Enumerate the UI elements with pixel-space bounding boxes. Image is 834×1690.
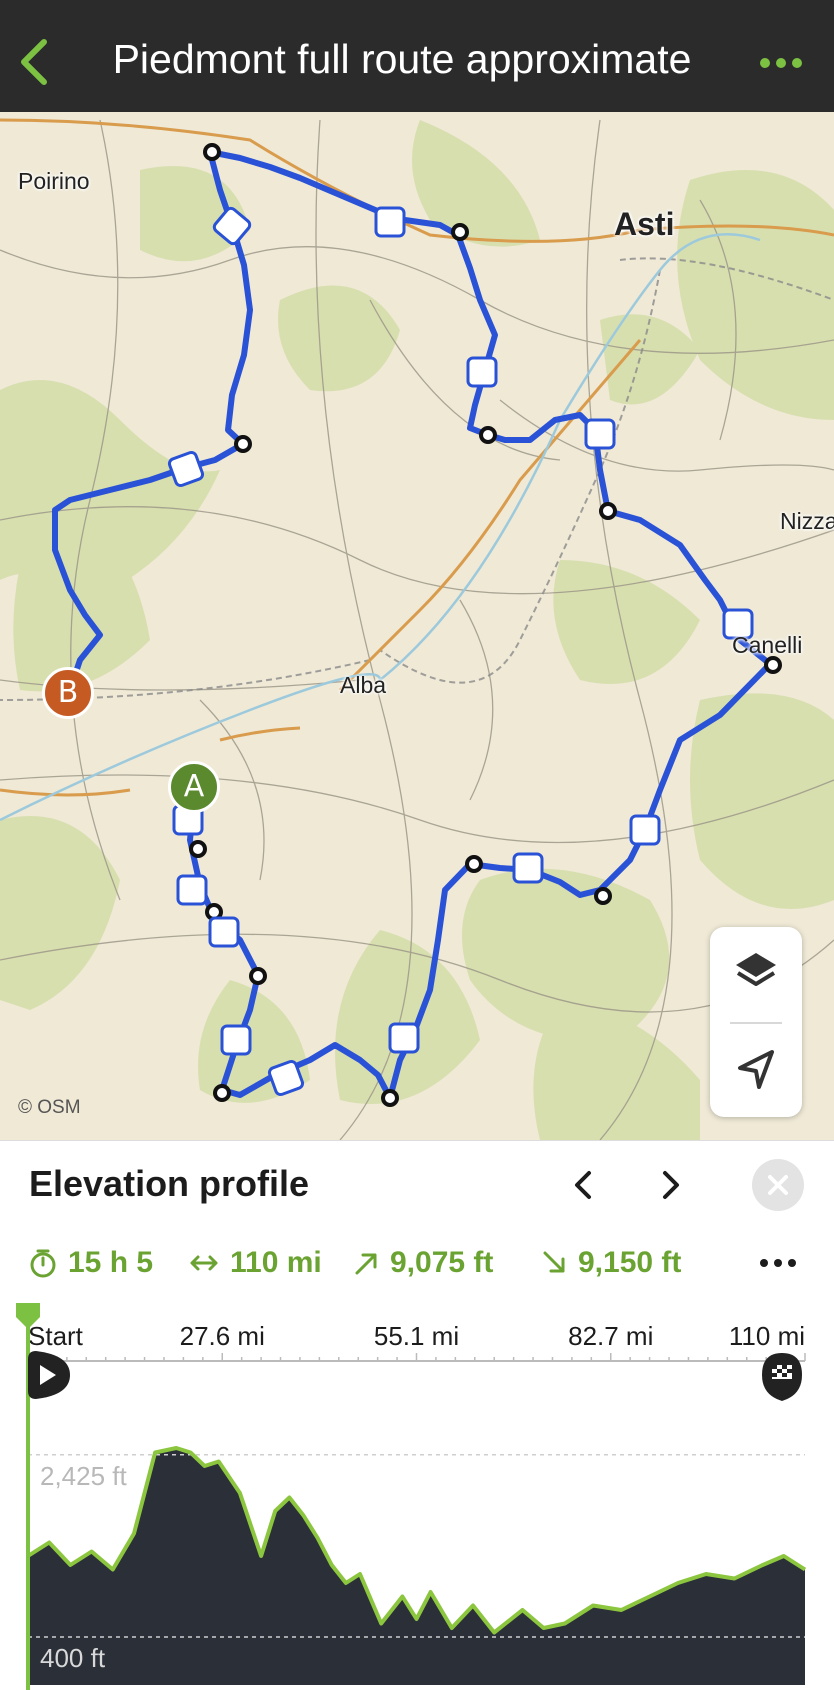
start-flag-icon <box>28 1351 70 1399</box>
layers-icon <box>736 953 776 986</box>
x-tick-label: 55.1 mi <box>374 1321 459 1351</box>
map-attribution: © OSM <box>18 1097 81 1118</box>
map-canvas[interactable] <box>0 112 834 1140</box>
close-button[interactable] <box>752 1159 804 1211</box>
stat-distance: 110 mi <box>188 1241 322 1285</box>
distance-value: 110 mi <box>230 1246 322 1279</box>
x-tick-label: 27.6 mi <box>180 1321 265 1351</box>
stopwatch-icon <box>30 1249 56 1278</box>
route-stats: 15 h 5 110 mi 9,075 ft 9,150 ft <box>28 1241 808 1285</box>
map-layers-button[interactable] <box>710 927 802 1021</box>
arrow-down-right-icon <box>543 1251 565 1273</box>
app-header: Piedmont full route approximate <box>0 0 834 112</box>
descent-value: 9,150 ft <box>578 1246 682 1279</box>
finish-flag-icon <box>762 1353 802 1401</box>
stat-descent: 9,150 ft <box>540 1241 681 1285</box>
ascent-value: 9,075 ft <box>390 1246 494 1279</box>
distance-axis: Start 27.6 mi 55.1 mi 82.7 mi 110 mi <box>27 1321 806 1362</box>
distance-icon <box>190 1255 218 1271</box>
end-marker[interactable]: B <box>42 667 94 719</box>
duration-value: 15 h 5 <box>68 1246 154 1279</box>
more-horizontal-icon <box>760 58 802 68</box>
chevron-left-icon <box>575 1171 591 1199</box>
elevation-panel: Elevation profile 15 h 5 110 mi 9,075 ft… <box>0 1140 834 1690</box>
next-button[interactable] <box>650 1163 690 1207</box>
page-title: Piedmont full route approximate <box>112 36 692 82</box>
place-label-canelli: Canelli <box>732 632 803 658</box>
y-tick-label: 400 ft <box>40 1643 106 1673</box>
stat-ascent: 9,075 ft <box>352 1241 493 1285</box>
place-label-asti: Asti <box>614 206 675 242</box>
x-tick-label: 82.7 mi <box>568 1321 653 1351</box>
chevron-right-icon <box>663 1171 679 1199</box>
more-horizontal-icon <box>760 1259 796 1267</box>
stat-duration: 15 h 5 <box>28 1241 153 1285</box>
x-tick-label: 110 mi <box>729 1321 805 1351</box>
locate-me-button[interactable] <box>710 1024 802 1117</box>
x-tick-label: Start <box>28 1321 84 1351</box>
chevron-left-icon <box>21 39 47 85</box>
start-marker[interactable]: A <box>168 761 220 813</box>
arrow-up-right-icon <box>355 1253 377 1275</box>
y-tick-label: 2,425 ft <box>40 1461 128 1491</box>
place-label-nizza: Nizza <box>780 508 834 534</box>
back-button[interactable] <box>14 34 54 90</box>
close-icon <box>768 1175 788 1195</box>
stats-more-button[interactable] <box>752 1241 804 1285</box>
elevation-chart[interactable]: Start 27.6 mi 55.1 mi 82.7 mi 110 mi 2,425 f… <box>0 1291 834 1690</box>
place-label-poirino: Poirino <box>18 168 90 194</box>
elevation-title: Elevation profile <box>29 1163 310 1204</box>
map-controls <box>710 927 802 1117</box>
place-label-alba: Alba <box>340 672 387 698</box>
route-map[interactable]: Poirino Asti Nizza Canelli Alba A B © OS… <box>0 112 834 1140</box>
more-options-button[interactable] <box>756 46 806 80</box>
previous-button[interactable] <box>564 1163 604 1207</box>
elevation-area <box>28 1448 805 1685</box>
navigation-arrow-icon <box>738 1050 774 1089</box>
forest-areas <box>0 120 834 1140</box>
